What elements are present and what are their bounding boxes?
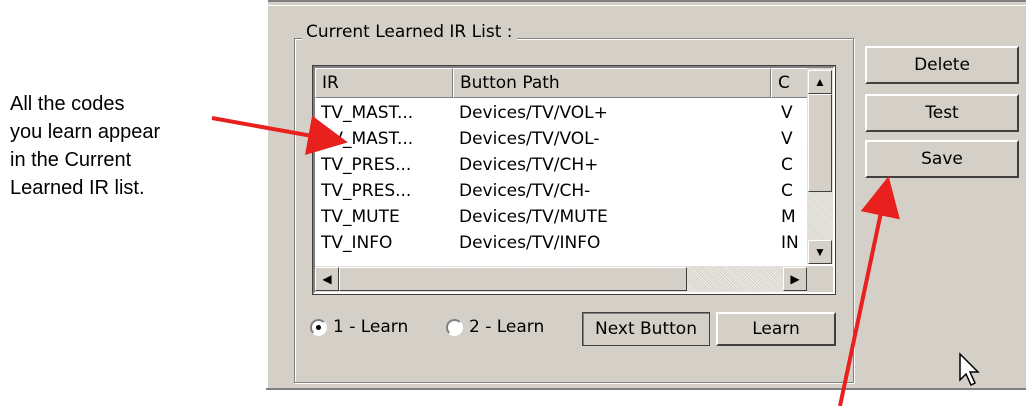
list-callout-arrow	[211, 115, 348, 156]
annotation-arrows	[211, 115, 900, 406]
save-callout-arrow	[838, 176, 900, 406]
